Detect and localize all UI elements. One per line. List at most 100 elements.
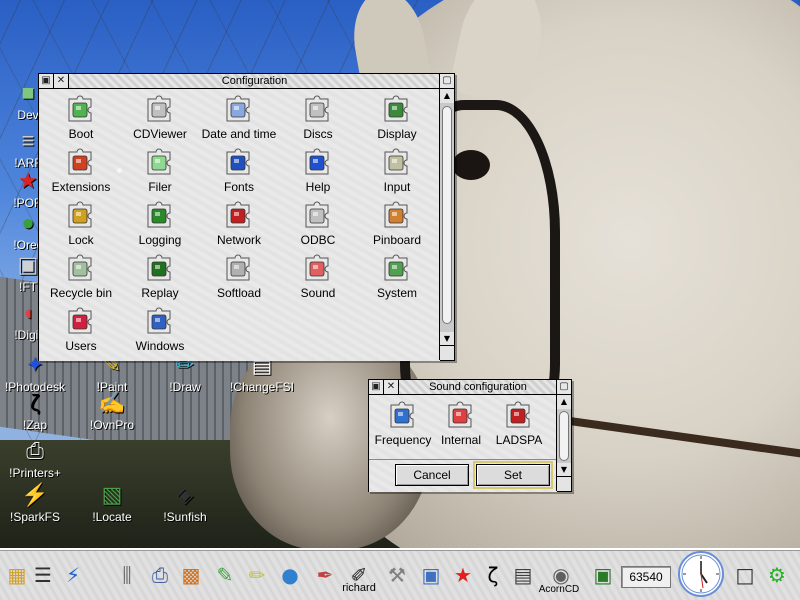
config-item-label: Network xyxy=(216,233,261,247)
config-item-replay[interactable]: Replay xyxy=(120,252,200,304)
recycle-bin-icon xyxy=(65,252,97,284)
clock-face xyxy=(681,554,721,594)
window-manager-icon[interactable]: □ xyxy=(730,560,760,590)
configuration-content: Boot CDViewer Date and time Discs Display Ext… xyxy=(39,89,440,361)
free-space-display[interactable]: 63540 xyxy=(621,566,671,588)
extensions-icon xyxy=(65,146,97,178)
printer-icon[interactable]: ⎙ xyxy=(145,560,175,590)
desktop-icon-ovnpro[interactable]: ✍ !OvnPro xyxy=(72,390,152,432)
tools-icon[interactable]: ⚒ xyxy=(382,560,412,590)
config-item-pinboard[interactable]: Pinboard xyxy=(357,199,437,251)
resize-icon[interactable] xyxy=(556,476,571,491)
sound-titlebar[interactable]: ▣ ✕ Sound configuration ▢ xyxy=(369,380,571,395)
config-item-filer[interactable]: Filer xyxy=(120,146,200,198)
scrollbar-thumb[interactable] xyxy=(559,411,569,461)
globe-icon[interactable]: ● xyxy=(275,560,305,590)
config-item-sound[interactable]: Sound xyxy=(278,252,358,304)
config-item-odbc[interactable]: ODBC xyxy=(278,199,358,251)
sound-item-ladspa[interactable]: LADSPA xyxy=(489,399,549,451)
desktop-icon-label: !FT xyxy=(19,280,37,294)
config-item-fonts[interactable]: Fonts xyxy=(199,146,279,198)
desktop-icon-locate[interactable]: ▧ !Locate xyxy=(72,482,152,524)
config-item-logging[interactable]: Logging xyxy=(120,199,200,251)
desktop-icon-sparkfs[interactable]: ⚡ !SparkFS xyxy=(0,482,75,524)
config-item-label: System xyxy=(376,286,417,300)
date-time-icon xyxy=(223,93,255,125)
task-manager-icon[interactable]: ⚙ xyxy=(762,560,792,590)
scrollbar-thumb[interactable] xyxy=(442,106,452,324)
config-item-label: ODBC xyxy=(300,233,336,247)
desktop-icon-zap[interactable]: ζ !Zap xyxy=(0,390,75,432)
star-icon[interactable]: ★ xyxy=(448,560,478,590)
configuration-titlebar[interactable]: ▣ ✕ Configuration ▢ xyxy=(39,74,454,89)
config-item-extensions[interactable]: Extensions xyxy=(41,146,121,198)
config-item-softload[interactable]: Softload xyxy=(199,252,279,304)
close-icon[interactable]: ✕ xyxy=(54,74,69,88)
desktop-app-icon: ▧ xyxy=(101,482,123,507)
sound-icon xyxy=(302,252,334,284)
scroll-up-icon[interactable]: ▲ xyxy=(440,89,454,103)
acorncd-label: AcornCD xyxy=(538,584,580,595)
sound-item-internal[interactable]: Internal xyxy=(431,399,491,451)
config-item-date-and-time[interactable]: Date and time xyxy=(199,93,279,145)
sparkfs-icon[interactable]: ⚡ xyxy=(58,560,88,590)
toggle-size-icon[interactable]: ▢ xyxy=(439,74,454,88)
traffic-light-icon[interactable]: ☰ xyxy=(28,560,58,590)
config-item-input[interactable]: Input xyxy=(357,146,437,198)
config-item-network[interactable]: Network xyxy=(199,199,279,251)
cancel-button[interactable]: Cancel xyxy=(395,464,469,486)
network-icon xyxy=(223,199,255,231)
desktop-icon-sunfish[interactable]: ◈ !Sunfish xyxy=(145,482,225,524)
set-button[interactable]: Set xyxy=(473,461,553,489)
desktop-icon-label: !Zap xyxy=(22,418,47,432)
paint-icon[interactable]: ✎ xyxy=(210,560,240,590)
back-icon[interactable]: ▣ xyxy=(39,74,54,88)
config-item-cdviewer[interactable]: CDViewer xyxy=(120,93,200,145)
sound-item-frequency[interactable]: Frequency xyxy=(373,399,433,451)
filer-icon xyxy=(144,146,176,178)
computer-icon[interactable]: ▣ xyxy=(588,560,618,590)
config-item-discs[interactable]: Discs xyxy=(278,93,358,145)
sound-configuration-title: Sound configuration xyxy=(429,381,527,393)
configuration-scrollbar[interactable]: ▲ ▼ xyxy=(439,89,454,346)
config-item-boot[interactable]: Boot xyxy=(41,93,121,145)
sound-configuration-window[interactable]: ▣ ✕ Sound configuration ▢ Cancel Set Fre… xyxy=(368,379,572,492)
fonts-icon xyxy=(223,146,255,178)
close-icon[interactable]: ✕ xyxy=(384,380,399,394)
back-icon[interactable]: ▣ xyxy=(369,380,384,394)
config-item-label: Softload xyxy=(216,286,262,300)
desktop-icon-printers[interactable]: ⎙ !Printers+ xyxy=(0,438,75,480)
configuration-window[interactable]: ▣ ✕ Configuration ▢ Boot CDViewer Date and… xyxy=(38,73,455,361)
config-item-label: Filer xyxy=(148,180,172,194)
config-item-lock[interactable]: Lock xyxy=(41,199,121,251)
desktop-icon-label: Dev xyxy=(17,108,39,122)
scroll-down-icon[interactable]: ▼ xyxy=(557,463,571,477)
mixer-icon[interactable]: ⫼ xyxy=(112,560,142,590)
config-item-windows[interactable]: Windows xyxy=(120,305,200,357)
config-item-display[interactable]: Display xyxy=(357,93,437,145)
replay-icon xyxy=(144,252,176,284)
desktop-app-icon: ⚡ xyxy=(21,482,49,507)
config-item-users[interactable]: Users xyxy=(41,305,121,357)
config-item-recycle-bin[interactable]: Recycle bin xyxy=(41,252,121,304)
clock-icon[interactable] xyxy=(678,551,724,597)
config-item-help[interactable]: Help xyxy=(278,146,358,198)
boot-icon xyxy=(65,93,97,125)
config-item-system[interactable]: System xyxy=(357,252,437,304)
scroll-up-icon[interactable]: ▲ xyxy=(557,395,571,409)
resize-icon[interactable] xyxy=(439,345,454,360)
lock-icon xyxy=(65,199,97,231)
toggle-size-icon[interactable]: ▢ xyxy=(556,380,571,394)
config-item-label: Replay xyxy=(141,286,179,300)
users-icon xyxy=(65,305,97,337)
zap-icon[interactable]: ζ xyxy=(478,560,508,590)
sound-item-label: Internal xyxy=(440,433,482,447)
horse-eye xyxy=(452,150,490,180)
sound-scrollbar[interactable]: ▲ ▼ xyxy=(556,395,571,477)
config-item-label: Pinboard xyxy=(372,233,422,247)
blocks-icon[interactable]: ▣ xyxy=(416,560,446,590)
pinboard-icon[interactable]: ▩ xyxy=(176,560,206,590)
draw-icon[interactable]: ✏ xyxy=(242,560,272,590)
scroll-down-icon[interactable]: ▼ xyxy=(440,332,454,346)
desktop-icon-label: !Printers+ xyxy=(9,466,61,480)
